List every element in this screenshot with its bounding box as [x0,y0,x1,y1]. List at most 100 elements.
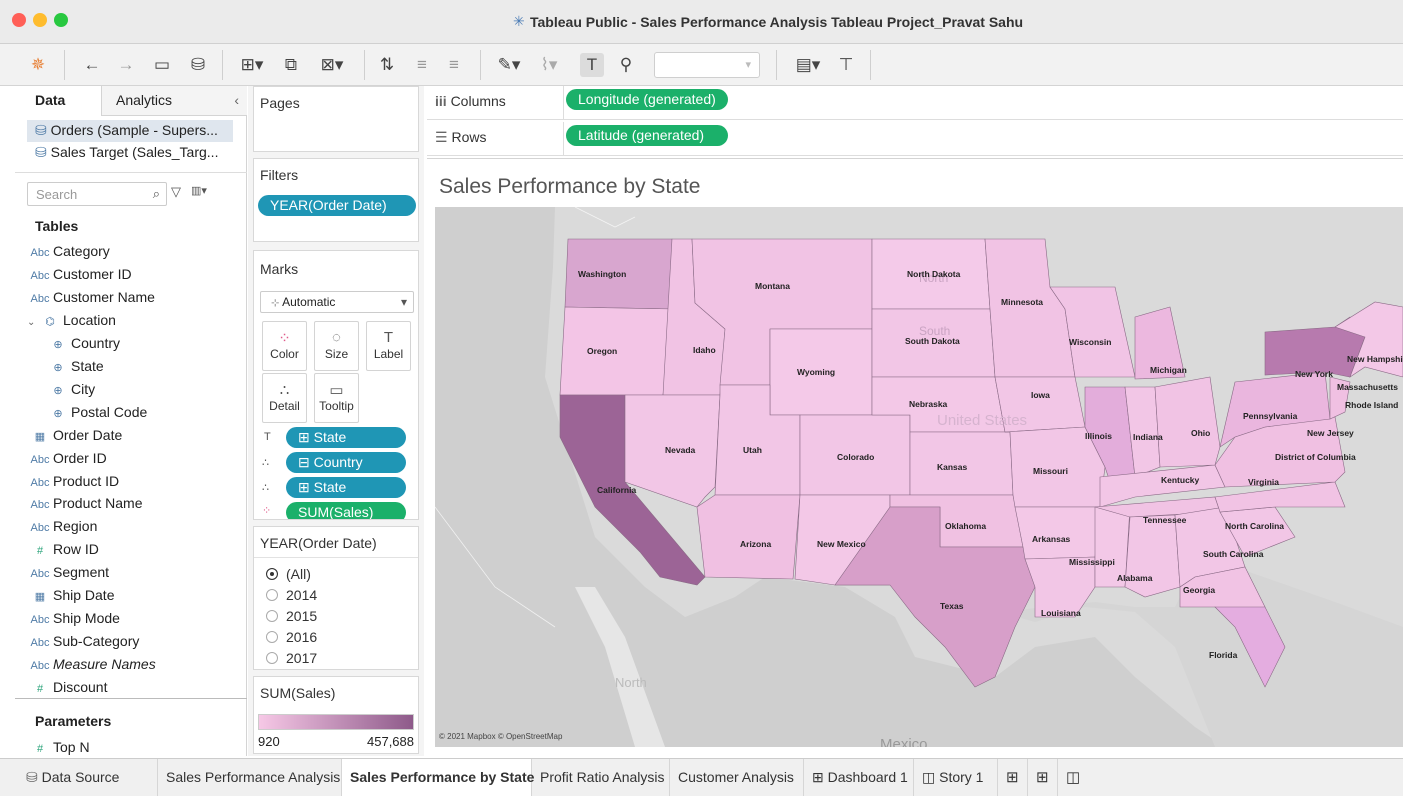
field-customer-id[interactable]: Abc Customer ID [27,263,132,285]
tab-analytics[interactable]: Analytics ‹ [101,86,247,116]
window-titlebar: ✳ Tableau Public - Sales Performance Ana… [0,0,1403,44]
tab-data-source[interactable]: ⛁ Data Source [18,759,158,796]
field-country[interactable]: ⊕ Country [45,332,120,354]
state-label-alabama: Alabama [1117,573,1153,583]
fit-dropdown[interactable]: ▾ [654,52,760,78]
undo-icon[interactable]: ← [80,53,104,77]
clear-sheet-icon[interactable]: ⊠▾ [312,53,352,77]
basemap-label-united-states: United States [937,412,1027,429]
view-options-icon[interactable]: ▥▾ [191,184,207,197]
date-icon: ▦ [34,430,46,443]
string-field-icon: Abc [30,568,50,581]
pages-card[interactable]: Pages [253,86,419,152]
new-dashboard-tab-icon[interactable]: ⊞ [1028,759,1058,796]
collapse-pane-icon[interactable]: ‹ [234,86,239,114]
marks-pill-state-label[interactable]: ⊞ State [286,427,406,448]
filled-map[interactable]: North North South United States Mexico W… [435,207,1403,747]
filter-icon[interactable]: ▽ [171,184,181,200]
minimize-window-button[interactable] [33,13,47,27]
date-icon: ▦ [34,591,46,604]
field-measure-names[interactable]: Abc Measure Names [27,653,156,675]
marks-pill-state-detail[interactable]: ⊞ State [286,477,406,498]
show-cards-icon[interactable]: ▤▾ [790,53,826,77]
detail-icon: ∴ [262,482,269,494]
year-option-all[interactable]: (All) [266,566,311,582]
state-label-nebraska: Nebraska [909,399,948,409]
sort-descending-icon[interactable]: ≡ [442,53,466,77]
group-members-icon[interactable]: ⌇▾ [534,53,564,77]
rows-pill-latitude[interactable]: Latitude (generated) [566,125,728,146]
datasource-orders[interactable]: ⛁ Orders (Sample - Supers... [35,122,218,139]
year-option-2016[interactable]: 2016 [266,629,317,645]
duplicate-sheet-icon[interactable]: ⧉ [276,53,306,77]
zoom-window-button[interactable] [54,13,68,27]
color-ramp [258,714,414,730]
tab-sales-performance-by-state[interactable]: Sales Performance by State [342,759,534,796]
search-input[interactable]: Search ⌕ [27,182,167,206]
state-label-arizona: Arizona [740,539,771,549]
field-city[interactable]: ⊕ City [45,378,95,400]
field-row-id[interactable]: # Row ID [27,538,99,560]
field-order-date[interactable]: ▦ Order Date [27,424,122,446]
mark-type-dropdown[interactable]: ⊹ Automatic ▾ [260,291,414,313]
new-worksheet-tab-icon[interactable]: ⊞ [998,759,1028,796]
field-sub-category[interactable]: Abc Sub-Category [27,630,140,652]
marks-pill-country-detail[interactable]: ⊟ Country [286,452,406,473]
tooltip-button[interactable]: ▭ Tooltip [314,373,359,423]
field-region[interactable]: Abc Region [27,515,98,537]
field-product-name[interactable]: Abc Product Name [27,492,143,514]
label-button[interactable]: T Label [366,321,411,371]
color-button[interactable]: ⁘ Color [262,321,307,371]
filter-pill-year-order-date[interactable]: YEAR(Order Date) [258,195,416,216]
year-option-2017[interactable]: 2017 [266,650,317,666]
tab-customer-analysis[interactable]: Customer Analysis [670,759,804,796]
new-worksheet-icon[interactable]: ⊞▾ [232,53,272,77]
redo-icon[interactable]: → [114,53,138,77]
sort-ascending-icon[interactable]: ≡ [410,53,434,77]
field-location[interactable]: ⌄ ⌬ Location [27,309,116,331]
state-label-missouri: Missouri [1033,466,1068,476]
field-discount[interactable]: # Discount [27,676,108,698]
state-label-pennsylvania: Pennsylvania [1243,411,1298,421]
columns-shelf[interactable]: iii Columns Longitude (generated) [427,86,1403,120]
field-postal-code[interactable]: ⊕ Postal Code [45,401,147,423]
save-icon[interactable]: ▭ [150,53,174,77]
presentation-mode-icon[interactable]: ⊤ [834,53,858,77]
tab-data[interactable]: Data [15,86,101,116]
sales-legend-card: SUM(Sales) 920 457,688 [253,676,419,754]
show-labels-icon[interactable]: T [580,53,604,77]
columns-pill-longitude[interactable]: Longitude (generated) [566,89,728,110]
fix-axes-icon[interactable]: ⚲ [614,53,638,77]
close-window-button[interactable] [12,13,26,27]
field-ship-mode[interactable]: Abc Ship Mode [27,607,120,629]
marks-pill-sum-sales-color[interactable]: SUM(Sales) [286,502,406,519]
tab-profit-ratio-analysis[interactable]: Profit Ratio Analysis [532,759,670,796]
new-datasource-icon[interactable]: ⛁ [186,53,210,77]
tab-sales-performance-analysis[interactable]: Sales Performance Analysis [158,759,342,796]
new-story-tab-icon[interactable]: ◫ [1058,759,1088,796]
tab-dashboard-1[interactable]: ⊞ Dashboard 1 [804,759,914,796]
field-ship-date[interactable]: ▦ Ship Date [27,584,115,606]
size-button[interactable]: ◌ Size [314,321,359,371]
detail-button[interactable]: ∴ Detail [262,373,307,423]
filters-card[interactable]: Filters YEAR(Order Date) [253,158,419,242]
datasource-icon: ⛁ [35,122,47,138]
string-field-icon: Abc [30,292,50,305]
tab-story-1[interactable]: ◫ Story 1 [914,759,998,796]
datasource-icon: ⛁ [26,769,38,785]
field-category[interactable]: Abc Category [27,240,110,262]
parameter-top-n[interactable]: # Top N [27,736,90,758]
year-option-2015[interactable]: 2015 [266,608,317,624]
field-customer-name[interactable]: Abc Customer Name [27,286,155,308]
highlight-icon[interactable]: ✎▾ [494,53,524,77]
field-state[interactable]: ⊕ State [45,355,103,377]
datasource-sales-target[interactable]: ⛁ Sales Target (Sales_Targ... [35,144,218,161]
rows-shelf[interactable]: ☰ Rows Latitude (generated) [427,122,1403,156]
state-label-arkansas: Arkansas [1032,534,1071,544]
field-product-id[interactable]: Abc Product ID [27,470,120,492]
swap-rows-columns-icon[interactable]: ⇅ [375,53,399,77]
tableau-home-icon[interactable]: ✵ [26,53,50,77]
field-segment[interactable]: Abc Segment [27,561,110,583]
field-order-id[interactable]: Abc Order ID [27,447,107,469]
year-option-2014[interactable]: 2014 [266,587,317,603]
